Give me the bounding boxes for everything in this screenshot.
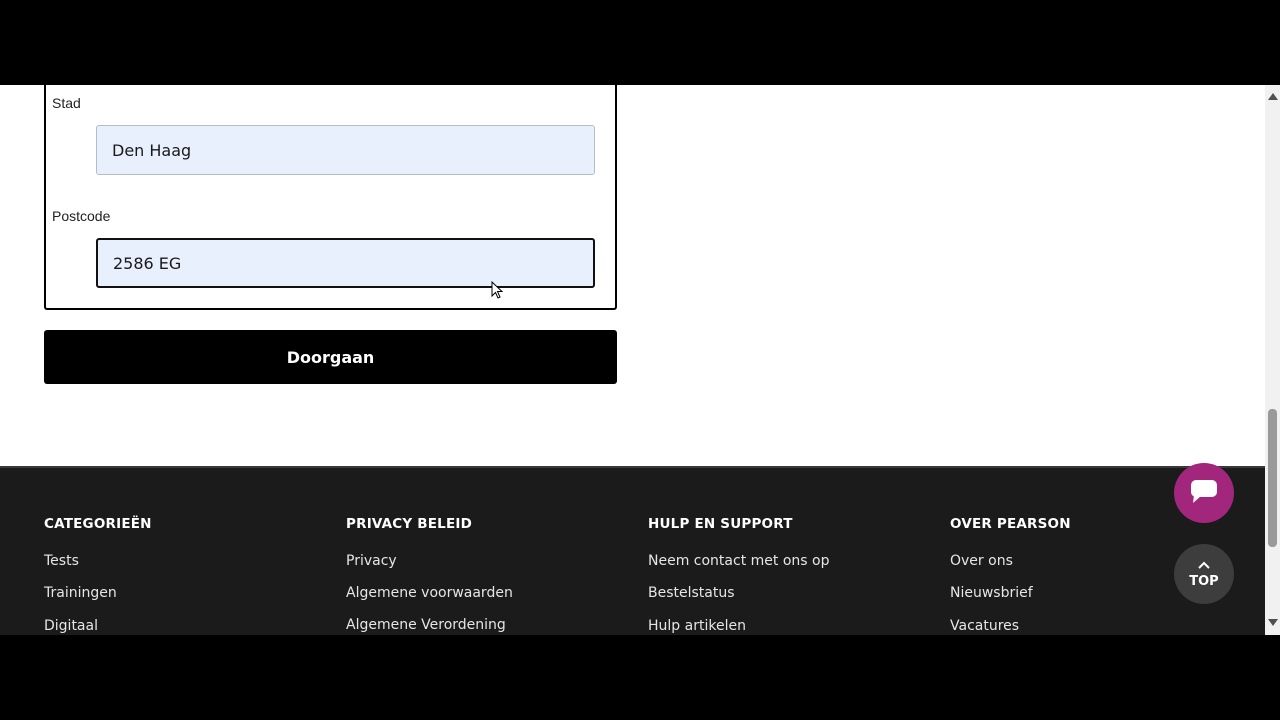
footer-link-order-status[interactable]: Bestelstatus	[648, 585, 735, 601]
back-to-top-label: TOP	[1189, 574, 1219, 589]
mouse-cursor-icon	[491, 280, 504, 304]
footer-column-categories: CATEGORIEËN Tests Trainingen Digitaal	[44, 516, 152, 634]
back-to-top-button[interactable]: TOP	[1174, 544, 1234, 604]
site-footer: CATEGORIEËN Tests Trainingen Digitaal PR…	[0, 466, 1265, 635]
footer-link-newsletter[interactable]: Nieuwsbrief	[950, 585, 1033, 601]
footer-column-title: CATEGORIEËN	[44, 516, 152, 532]
chat-bubble-icon	[1190, 478, 1218, 509]
footer-column-title: OVER PEARSON	[950, 516, 1071, 532]
chat-button[interactable]	[1174, 463, 1234, 523]
scroll-down-icon[interactable]	[1268, 619, 1278, 626]
footer-link-contact[interactable]: Neem contact met ons op	[648, 553, 829, 569]
footer-link-help-articles[interactable]: Hulp artikelen	[648, 618, 746, 634]
footer-column-title: PRIVACY BELEID	[346, 516, 473, 532]
city-input[interactable]: Den Haag	[96, 125, 595, 175]
footer-link-vacancies[interactable]: Vacatures	[950, 618, 1019, 634]
postcode-label: Postcode	[52, 208, 111, 224]
continue-button[interactable]: Doorgaan	[44, 330, 617, 384]
footer-link-privacy[interactable]: Privacy	[346, 553, 397, 569]
scroll-up-icon[interactable]	[1268, 93, 1278, 100]
footer-column-privacy: PRIVACY BELEID Privacy Algemene voorwaar…	[346, 516, 513, 633]
footer-link-about[interactable]: Over ons	[950, 553, 1013, 569]
footer-column-support: HULP EN SUPPORT Neem contact met ons op …	[648, 516, 829, 634]
chevron-up-icon	[1197, 559, 1211, 574]
vertical-scrollbar[interactable]	[1265, 85, 1280, 635]
footer-link-terms[interactable]: Algemene voorwaarden	[346, 585, 513, 601]
footer-link-trainingen[interactable]: Trainingen	[44, 585, 117, 601]
footer-link-tests[interactable]: Tests	[44, 553, 79, 569]
page-viewport: Stad Den Haag Postcode 2586 EG Doorgaan …	[0, 85, 1280, 635]
footer-column-title: HULP EN SUPPORT	[648, 516, 793, 532]
postcode-input[interactable]: 2586 EG	[96, 238, 595, 288]
city-label: Stad	[52, 95, 81, 111]
footer-link-regulation[interactable]: Algemene Verordening	[346, 617, 506, 633]
footer-link-digitaal[interactable]: Digitaal	[44, 618, 98, 634]
scrollbar-thumb[interactable]	[1268, 409, 1277, 547]
footer-column-about: OVER PEARSON Over ons Nieuwsbrief Vacatu…	[950, 516, 1071, 634]
